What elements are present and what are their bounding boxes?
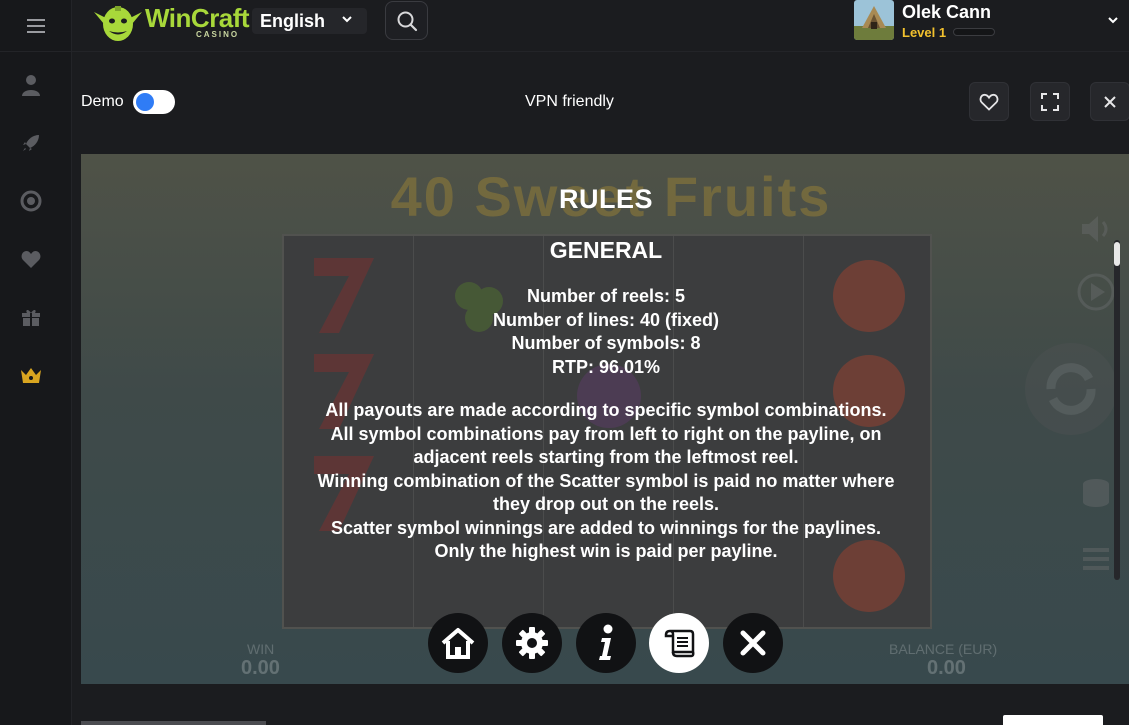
fullscreen-icon — [1041, 92, 1059, 111]
menu-button[interactable] — [0, 0, 72, 52]
sidebar — [0, 0, 72, 725]
rules-paragraph: Only the highest win is paid per payline… — [434, 541, 778, 561]
avatar-image — [854, 0, 894, 40]
win-value: 0.00 — [241, 657, 280, 679]
toggle-knob — [136, 93, 154, 111]
gift-icon — [22, 309, 40, 326]
rules-stat: Number of symbols: 8 — [511, 333, 701, 353]
user-level: Level 1 — [902, 25, 947, 40]
rules-button[interactable] — [649, 613, 709, 673]
bottom-divider — [81, 721, 266, 725]
search-icon — [397, 11, 417, 31]
heart-icon — [21, 251, 41, 268]
user-icon — [22, 75, 40, 96]
close-game-button[interactable] — [1090, 82, 1129, 121]
bet-coins-icon[interactable] — [1076, 474, 1116, 514]
autoplay-icon[interactable] — [1076, 272, 1116, 312]
sidebar-item-support[interactable] — [19, 189, 43, 213]
sidebar-item-rocket[interactable] — [19, 131, 43, 155]
close-rules-button[interactable] — [723, 613, 783, 673]
goblin-logo-icon — [94, 6, 142, 41]
close-icon — [740, 630, 766, 656]
demo-toggle[interactable] — [133, 90, 175, 114]
lifebuoy-icon — [20, 190, 42, 212]
search-button[interactable] — [385, 1, 428, 40]
rules-paragraph: Scatter symbol winnings are added to win… — [330, 517, 882, 538]
avatar[interactable] — [854, 0, 894, 40]
game-frame[interactable]: 40 Sweet Fruits WIN 0.00 BALANCE (EUR) 0… — [81, 154, 1129, 684]
bottom-panel — [1003, 715, 1103, 725]
chevron-down-icon[interactable] — [1107, 14, 1119, 26]
logo-subtitle: CASINO — [196, 30, 240, 39]
rules-section-heading: GENERAL — [549, 237, 663, 263]
info-button[interactable] — [576, 613, 636, 673]
level-progress-bar — [953, 28, 995, 36]
demo-label: Demo — [81, 93, 124, 110]
rules-stat: Number of reels: 5 — [526, 286, 686, 306]
heart-outline-icon — [979, 93, 999, 111]
language-selector[interactable]: English — [252, 8, 367, 34]
user-name: Olek Cann — [902, 2, 992, 22]
chevron-down-icon — [342, 16, 352, 23]
info-icon — [599, 624, 613, 660]
sidebar-item-vip[interactable] — [19, 363, 43, 387]
sound-icon[interactable] — [1076, 209, 1116, 249]
balance-label: BALANCE (EUR) — [889, 641, 998, 657]
favorite-button[interactable] — [969, 82, 1009, 121]
spin-icon[interactable] — [1021, 334, 1121, 444]
sidebar-item-gifts[interactable] — [19, 305, 43, 329]
rules-stat: RTP: 96.01% — [551, 356, 661, 377]
page-scrollbar[interactable] — [1114, 240, 1120, 580]
menu-lines-icon[interactable] — [1076, 539, 1116, 579]
hamburger-icon — [27, 18, 45, 33]
balance-value: 0.00 — [927, 657, 966, 679]
rules-paragraph: All payouts are made according to specif… — [325, 400, 887, 420]
win-label: WIN — [247, 641, 275, 657]
rules-body[interactable]: GENERAL Number of reels: 5 Number of lin… — [281, 237, 931, 602]
rules-panel[interactable]: RULES GENERAL Number of reels: 5 Number … — [281, 184, 931, 602]
crown-icon — [21, 368, 41, 383]
rules-title: RULES — [558, 184, 653, 214]
sidebar-item-profile[interactable] — [19, 73, 43, 97]
header: WinCraft CASINO English Olek Cann Level … — [72, 0, 1129, 52]
settings-button[interactable] — [502, 613, 562, 673]
fullscreen-button[interactable] — [1030, 82, 1070, 121]
rules-paragraph: All symbol combinations pay from left to… — [330, 423, 882, 468]
vpn-friendly-label: VPN friendly — [525, 93, 614, 110]
logo[interactable]: WinCraft CASINO — [90, 2, 260, 46]
home-icon — [441, 628, 475, 659]
rules-stat: Number of lines: 40 (fixed) — [492, 309, 720, 330]
close-icon — [1104, 95, 1116, 108]
page: WinCraft CASINO English Olek Cann Level … — [0, 0, 1129, 725]
scrollbar-thumb[interactable] — [1114, 242, 1120, 266]
rules-paragraph: Winning combination of the Scatter symbo… — [317, 470, 895, 515]
scroll-icon — [664, 629, 695, 658]
rocket-icon — [23, 135, 39, 151]
sidebar-item-favorites[interactable] — [19, 247, 43, 271]
home-button[interactable] — [428, 613, 488, 673]
gear-icon — [516, 627, 548, 659]
language-label: English — [260, 10, 326, 31]
